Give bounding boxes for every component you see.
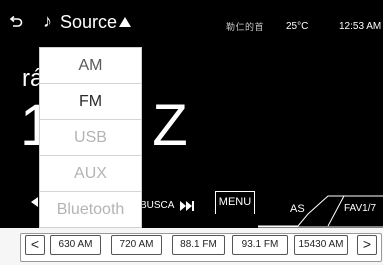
preset-button[interactable]: 15430 AM	[294, 235, 348, 255]
source-option-usb[interactable]: USB	[40, 120, 141, 156]
fav-tab[interactable]: FAV1/7	[344, 203, 376, 215]
preset-button[interactable]: 93.1 FM	[232, 235, 288, 255]
temperature-readout: 25°C	[286, 21, 309, 32]
skip-previous-icon[interactable]	[31, 197, 38, 207]
clock: 12:53 AM	[339, 21, 382, 32]
preset-prev-button[interactable]: <	[25, 235, 45, 255]
caret-up-icon[interactable]	[119, 17, 131, 27]
source-option-aux[interactable]: AUX	[40, 156, 141, 192]
header-bar: ♪ Source 勒仁的首 25°C 12:53 AM	[0, 0, 383, 46]
radio-panel: ♪ Source 勒仁的首 25°C 12:53 AM rá 1Z BUSCA …	[0, 0, 383, 228]
busca-label[interactable]: BUSCA	[140, 200, 174, 211]
source-option-bluetooth[interactable]: Bluetooth	[40, 192, 141, 228]
source-option-fm[interactable]: FM	[40, 84, 141, 120]
frequency-unit: Z	[152, 93, 190, 158]
as-tab[interactable]: AS	[290, 203, 305, 215]
source-dropdown: AM FM USB AUX Bluetooth	[39, 47, 142, 228]
preset-next-button[interactable]: >	[357, 235, 377, 255]
preset-button[interactable]: 720 AM	[111, 235, 162, 255]
back-arrow-icon[interactable]	[9, 15, 23, 35]
menu-button[interactable]: MENU	[215, 191, 255, 214]
radio-screen: ♪ Source 勒仁的首 25°C 12:53 AM rá 1Z BUSCA …	[0, 0, 383, 265]
skip-next-icon[interactable]	[180, 198, 194, 216]
source-option-am[interactable]: AM	[40, 48, 141, 84]
preset-button[interactable]: 88.1 FM	[172, 235, 225, 255]
preset-button[interactable]: 630 AM	[50, 235, 101, 255]
source-selector-label[interactable]: Source	[60, 12, 117, 32]
status-icons: 勒仁的首	[226, 22, 265, 32]
music-note-icon: ♪	[43, 11, 52, 31]
